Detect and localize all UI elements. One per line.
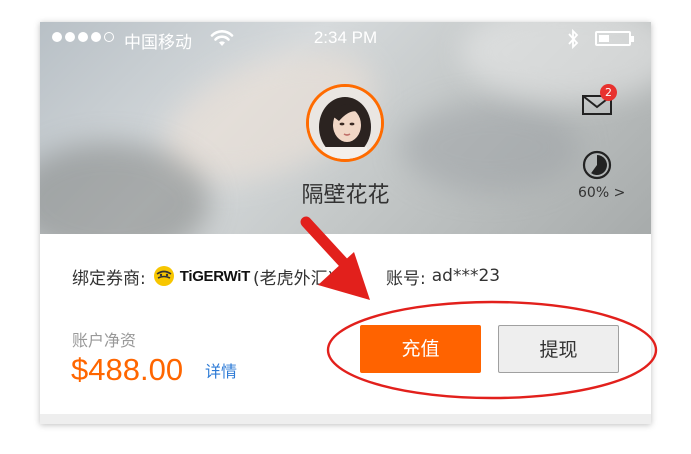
- account-number: 账号: ad***23: [386, 264, 501, 289]
- status-bar: 中国移动 2:34 PM: [40, 22, 651, 56]
- battery-icon: [595, 31, 634, 46]
- avatar[interactable]: [306, 84, 384, 162]
- username: 隔壁花花: [301, 183, 390, 208]
- section-divider: [40, 414, 651, 424]
- account-value: ad***23: [431, 266, 501, 286]
- broker-chinese-name: (老虎外汇): [252, 268, 335, 289]
- account-card: 绑定券商: TiGERWiT (老虎外汇) 账号: ad***23 账户净资 $…: [40, 234, 651, 414]
- mail-badge: 2: [600, 84, 617, 101]
- phone-screen: 中国移动 2:34 PM 隔壁花花 2 60% > 绑定券商: TiGERWiT…: [40, 22, 651, 424]
- detail-link[interactable]: 详情: [205, 358, 237, 382]
- progress-percent[interactable]: 60% >: [578, 185, 625, 201]
- withdraw-button[interactable]: 提现: [498, 325, 619, 373]
- balance-value: $488.00: [71, 352, 184, 387]
- broker-label: 绑定券商:: [72, 268, 146, 289]
- avatar-photo: [309, 87, 381, 159]
- progress-pie-icon[interactable]: [582, 150, 612, 180]
- tiger-logo-icon: [153, 266, 174, 286]
- status-time: 2:34 PM: [313, 28, 378, 47]
- profile-header: 中国移动 2:34 PM 隔壁花花 2 60% >: [40, 22, 651, 234]
- broker-name: TiGERWiT: [179, 267, 251, 285]
- recharge-button[interactable]: 充值: [360, 325, 481, 373]
- broker-row: 绑定券商: TiGERWiT (老虎外汇): [72, 264, 335, 289]
- bluetooth-icon: [568, 28, 579, 50]
- balance-label: 账户净资: [72, 331, 137, 350]
- account-label: 账号:: [386, 268, 426, 289]
